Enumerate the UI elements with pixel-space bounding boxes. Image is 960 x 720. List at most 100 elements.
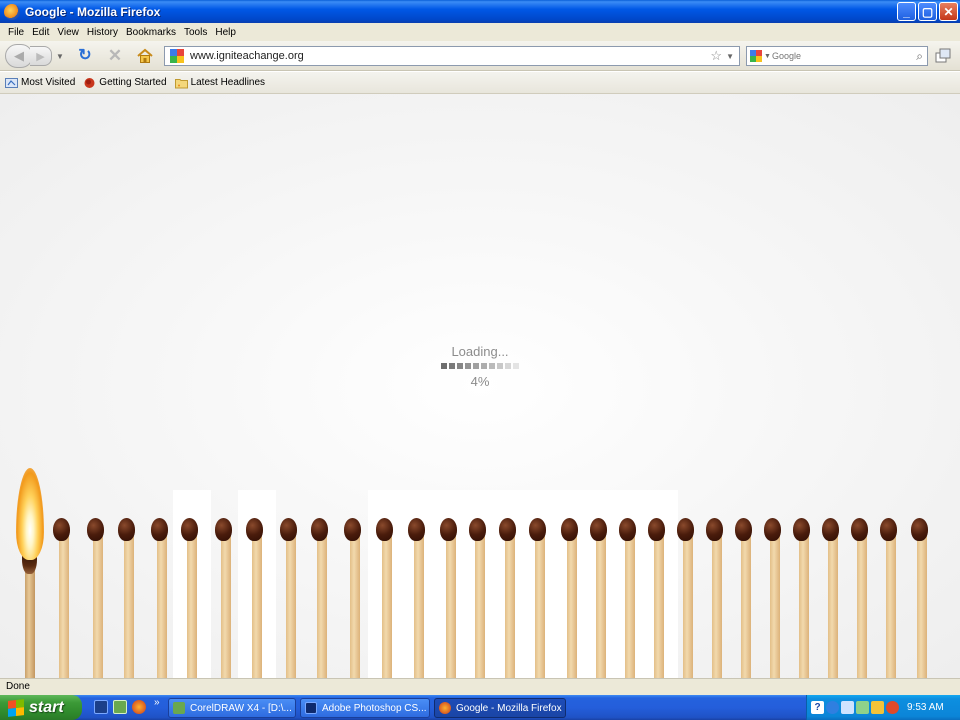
stop-button[interactable]: ✕ — [106, 47, 124, 65]
match-head — [469, 518, 486, 541]
page-content: Loading... 4% — [0, 94, 960, 678]
match-head — [376, 518, 393, 541]
stop-icon: ✕ — [107, 46, 123, 65]
google-favicon-icon — [170, 49, 184, 63]
task-firefox[interactable]: Google - Mozilla Firefox — [434, 698, 566, 718]
back-arrow-tray-icon[interactable] — [826, 701, 839, 714]
firefox-icon — [84, 77, 95, 88]
forward-button[interactable]: ▶ — [30, 46, 52, 66]
network-icon[interactable] — [841, 701, 854, 714]
menu-bookmarks[interactable]: Bookmarks — [122, 27, 180, 38]
bookmark-star-icon[interactable]: ☆ — [710, 48, 722, 64]
unlit-match — [647, 518, 671, 678]
menu-view[interactable]: View — [53, 27, 83, 38]
title-bar: Google - Mozilla Firefox _ ▢ ✕ — [0, 0, 960, 23]
unlit-match — [676, 518, 700, 678]
minimize-button[interactable]: _ — [897, 2, 916, 21]
bookmark-latest-headlines[interactable]: Latest Headlines — [174, 77, 265, 89]
task-coreldraw[interactable]: CorelDRAW X4 - [D:\... — [168, 698, 296, 718]
url-dropdown-icon[interactable]: ▼ — [726, 52, 734, 61]
bookmarks-toolbar: Most Visited Getting Started Latest Head… — [0, 72, 960, 94]
unlit-match — [763, 518, 787, 678]
loading-segment — [497, 363, 503, 369]
match-stick — [446, 532, 456, 678]
start-button[interactable]: start — [0, 695, 82, 720]
history-dropdown-icon[interactable]: ▼ — [56, 52, 64, 61]
match-stick — [286, 532, 296, 678]
unlit-match — [850, 518, 874, 678]
bookmark-getting-started[interactable]: Getting Started — [83, 77, 167, 89]
menu-edit[interactable]: Edit — [28, 27, 53, 38]
reload-button[interactable]: ↻ — [76, 47, 94, 65]
match-stick — [741, 532, 751, 678]
menu-file[interactable]: File — [4, 27, 28, 38]
task-photoshop[interactable]: Adobe Photoshop CS... — [300, 698, 430, 718]
security-shield-icon[interactable] — [871, 701, 884, 714]
search-input[interactable] — [769, 51, 917, 61]
status-bar: Done — [0, 678, 960, 695]
loading-segment — [449, 363, 455, 369]
match-head — [764, 518, 781, 541]
url-text[interactable]: www.igniteachange.org — [190, 50, 710, 62]
loading-segment — [473, 363, 479, 369]
coreldraw-icon — [173, 702, 185, 714]
unlit-match — [343, 518, 367, 678]
match-stick — [505, 532, 515, 678]
unlit-match — [86, 518, 110, 678]
home-button[interactable] — [136, 47, 154, 65]
match-stick — [654, 532, 664, 678]
google-search-engine-icon — [750, 50, 762, 62]
unlit-match — [734, 518, 758, 678]
loading-segment — [481, 363, 487, 369]
url-bar[interactable]: www.igniteachange.org ☆ ▼ — [164, 46, 740, 66]
match-head — [529, 518, 546, 541]
antivirus-icon[interactable] — [886, 701, 899, 714]
maximize-button[interactable]: ▢ — [918, 2, 937, 21]
match-stick — [475, 532, 485, 678]
firefox-icon — [439, 702, 451, 714]
unlit-match — [792, 518, 816, 678]
close-button[interactable]: ✕ — [939, 2, 958, 21]
match-head — [344, 518, 361, 541]
bookmark-label: Getting Started — [99, 77, 167, 88]
volume-icon[interactable] — [856, 701, 869, 714]
task-label: Adobe Photoshop CS... — [322, 702, 427, 714]
menu-history[interactable]: History — [83, 27, 122, 38]
unlit-match — [439, 518, 463, 678]
quicklaunch-photoshop-icon[interactable] — [94, 700, 108, 714]
loading-segment — [489, 363, 495, 369]
match-stick — [252, 532, 262, 678]
menu-tools[interactable]: Tools — [180, 27, 211, 38]
help-icon[interactable]: ? — [811, 701, 824, 714]
navigation-toolbar: ◀ ▶ ▼ ↻ ✕ www.igniteachange.org ☆ ▼ ▼ ⌕ — [0, 41, 960, 71]
unlit-match — [618, 518, 642, 678]
unlit-match — [468, 518, 492, 678]
search-engine-selector[interactable]: ▼ — [747, 50, 771, 62]
search-magnifier-icon[interactable]: ⌕ — [916, 49, 923, 64]
extension-button[interactable] — [935, 48, 951, 64]
quicklaunch-coreldraw-icon[interactable] — [113, 700, 127, 714]
back-button[interactable]: ◀ — [5, 44, 33, 68]
bookmark-label: Most Visited — [21, 77, 76, 88]
windows-logo-icon — [8, 698, 24, 717]
loading-segment — [457, 363, 463, 369]
match-head — [215, 518, 232, 541]
unlit-match — [52, 518, 76, 678]
match-head — [280, 518, 297, 541]
bookmark-most-visited[interactable]: Most Visited — [5, 77, 75, 89]
menu-help[interactable]: Help — [211, 27, 240, 38]
unlit-match — [245, 518, 269, 678]
match-head — [440, 518, 457, 541]
unlit-match — [528, 518, 552, 678]
quicklaunch-more-icon[interactable]: » — [154, 697, 160, 708]
unlit-match — [180, 518, 204, 678]
quicklaunch-firefox-icon[interactable] — [132, 700, 146, 714]
match-stick — [535, 532, 545, 678]
match-head — [911, 518, 928, 541]
loading-percent: 4% — [470, 374, 490, 389]
unlit-match — [705, 518, 729, 678]
back-arrow-icon: ◀ — [14, 48, 24, 63]
unlit-match — [117, 518, 141, 678]
match-head — [408, 518, 425, 541]
unlit-match — [560, 518, 584, 678]
